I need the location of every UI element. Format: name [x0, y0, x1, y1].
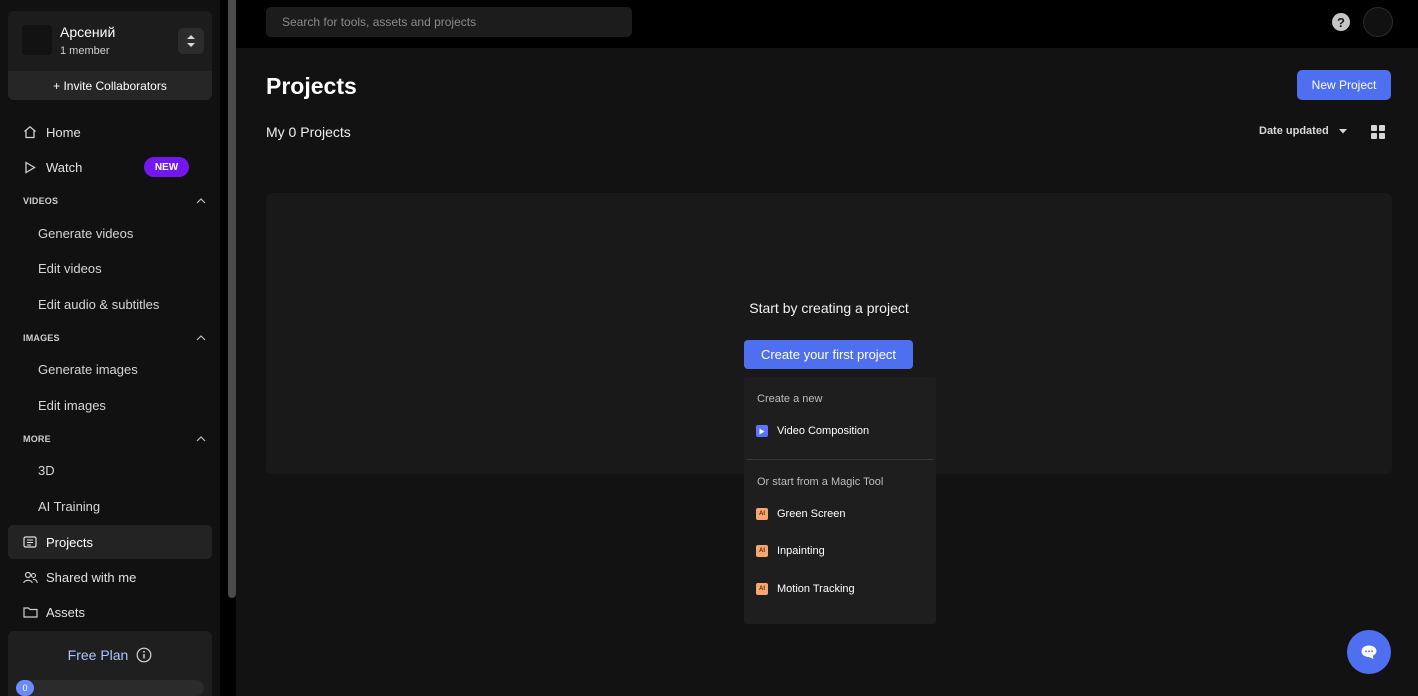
chevron-up-icon[interactable] [196, 197, 206, 205]
new-project-button[interactable]: New Project [1297, 70, 1391, 100]
create-first-project-button[interactable]: Create your first project [744, 340, 913, 369]
usage-value: 0 [16, 680, 34, 696]
search-input[interactable] [266, 7, 632, 37]
ai-icon: AI [756, 508, 768, 520]
empty-state-text: Start by creating a project [749, 300, 909, 316]
menu-heading-create: Create a new [757, 393, 823, 405]
play-icon [756, 425, 768, 437]
sidebar-item-assets[interactable]: Assets [8, 595, 212, 629]
menu-item-motion-tracking[interactable]: AI Motion Tracking [756, 583, 855, 595]
sidebar-item-edit-videos[interactable]: Edit videos [38, 261, 102, 276]
projects-count: My 0 Projects [266, 124, 351, 140]
user-avatar[interactable] [1363, 7, 1393, 37]
sidebar-item-ai-training[interactable]: AI Training [38, 499, 100, 514]
sidebar-item-generate-videos[interactable]: Generate videos [38, 226, 133, 241]
ai-icon: AI [756, 545, 768, 557]
sidebar-item-label: Assets [46, 604, 86, 620]
play-icon [22, 159, 38, 175]
sidebar-item-label: Projects [46, 534, 93, 550]
menu-divider [746, 459, 934, 460]
sidebar-item-generate-images[interactable]: Generate images [38, 362, 138, 377]
section-images: IMAGES [23, 333, 60, 343]
sort-dropdown[interactable]: Date updated [1259, 125, 1347, 137]
users-icon [22, 569, 38, 585]
plan-label-row[interactable]: Free Plan [8, 647, 212, 663]
info-icon[interactable] [136, 647, 152, 663]
up-down-icon [187, 35, 195, 47]
menu-item-label: Inpainting [777, 545, 825, 557]
sidebar-item-3d[interactable]: 3D [38, 463, 55, 478]
menu-item-inpainting[interactable]: AI Inpainting [756, 545, 825, 557]
sort-label: Date updated [1259, 125, 1329, 137]
workspace-switch-button[interactable] [178, 28, 204, 54]
sidebar-scrollbar[interactable] [228, 0, 236, 598]
workspace-card: Арсений 1 member + Invite Collaborators [8, 11, 212, 100]
chat-button[interactable] [1347, 630, 1391, 674]
ai-icon: AI [756, 583, 768, 595]
usage-bar: 0 [16, 680, 204, 696]
menu-item-label: Green Screen [777, 508, 846, 520]
sidebar: Арсений 1 member + Invite Collaborators … [0, 0, 220, 696]
sidebar-item-edit-images[interactable]: Edit images [38, 398, 106, 413]
workspace-name[interactable]: Арсений [60, 24, 115, 40]
caret-down-icon [1338, 128, 1347, 133]
home-icon [22, 124, 38, 140]
section-videos: VIDEOS [23, 196, 59, 206]
new-badge: NEW [144, 157, 189, 177]
menu-item-label: Video Composition [777, 425, 870, 437]
sidebar-item-label: Watch [46, 159, 83, 175]
plan-card: Free Plan 0 [8, 631, 212, 696]
sidebar-item-home[interactable]: Home [8, 115, 212, 149]
plan-label: Free Plan [67, 647, 129, 663]
sidebar-item-projects[interactable]: Projects [8, 525, 212, 559]
invite-collaborators-button[interactable]: + Invite Collaborators [8, 71, 212, 100]
menu-item-green-screen[interactable]: AI Green Screen [756, 508, 845, 520]
section-more: MORE [23, 434, 51, 444]
top-bar: ? [236, 0, 1418, 48]
chat-icon [1361, 645, 1377, 659]
menu-item-video-composition[interactable]: Video Composition [756, 425, 869, 437]
workspace-avatar[interactable] [22, 25, 52, 55]
page-title: Projects [266, 73, 357, 99]
projects-icon [22, 534, 38, 550]
workspace-members: 1 member [60, 45, 110, 57]
sidebar-item-label: Shared with me [46, 569, 137, 585]
sidebar-item-edit-audio-subtitles[interactable]: Edit audio & subtitles [38, 297, 159, 312]
sidebar-item-shared[interactable]: Shared with me [8, 560, 212, 594]
main-content: Projects New Project My 0 Projects Date … [236, 48, 1418, 696]
menu-item-label: Motion Tracking [777, 583, 855, 595]
chevron-up-icon[interactable] [196, 334, 206, 342]
chevron-up-icon[interactable] [196, 435, 206, 443]
folder-icon [22, 604, 38, 620]
menu-heading-magic-tool: Or start from a Magic Tool [757, 476, 884, 488]
sidebar-item-label: Home [46, 124, 81, 140]
help-icon[interactable]: ? [1332, 13, 1350, 31]
create-menu: Create a new Video Composition Or start … [744, 377, 936, 624]
grid-icon[interactable] [1371, 125, 1385, 139]
